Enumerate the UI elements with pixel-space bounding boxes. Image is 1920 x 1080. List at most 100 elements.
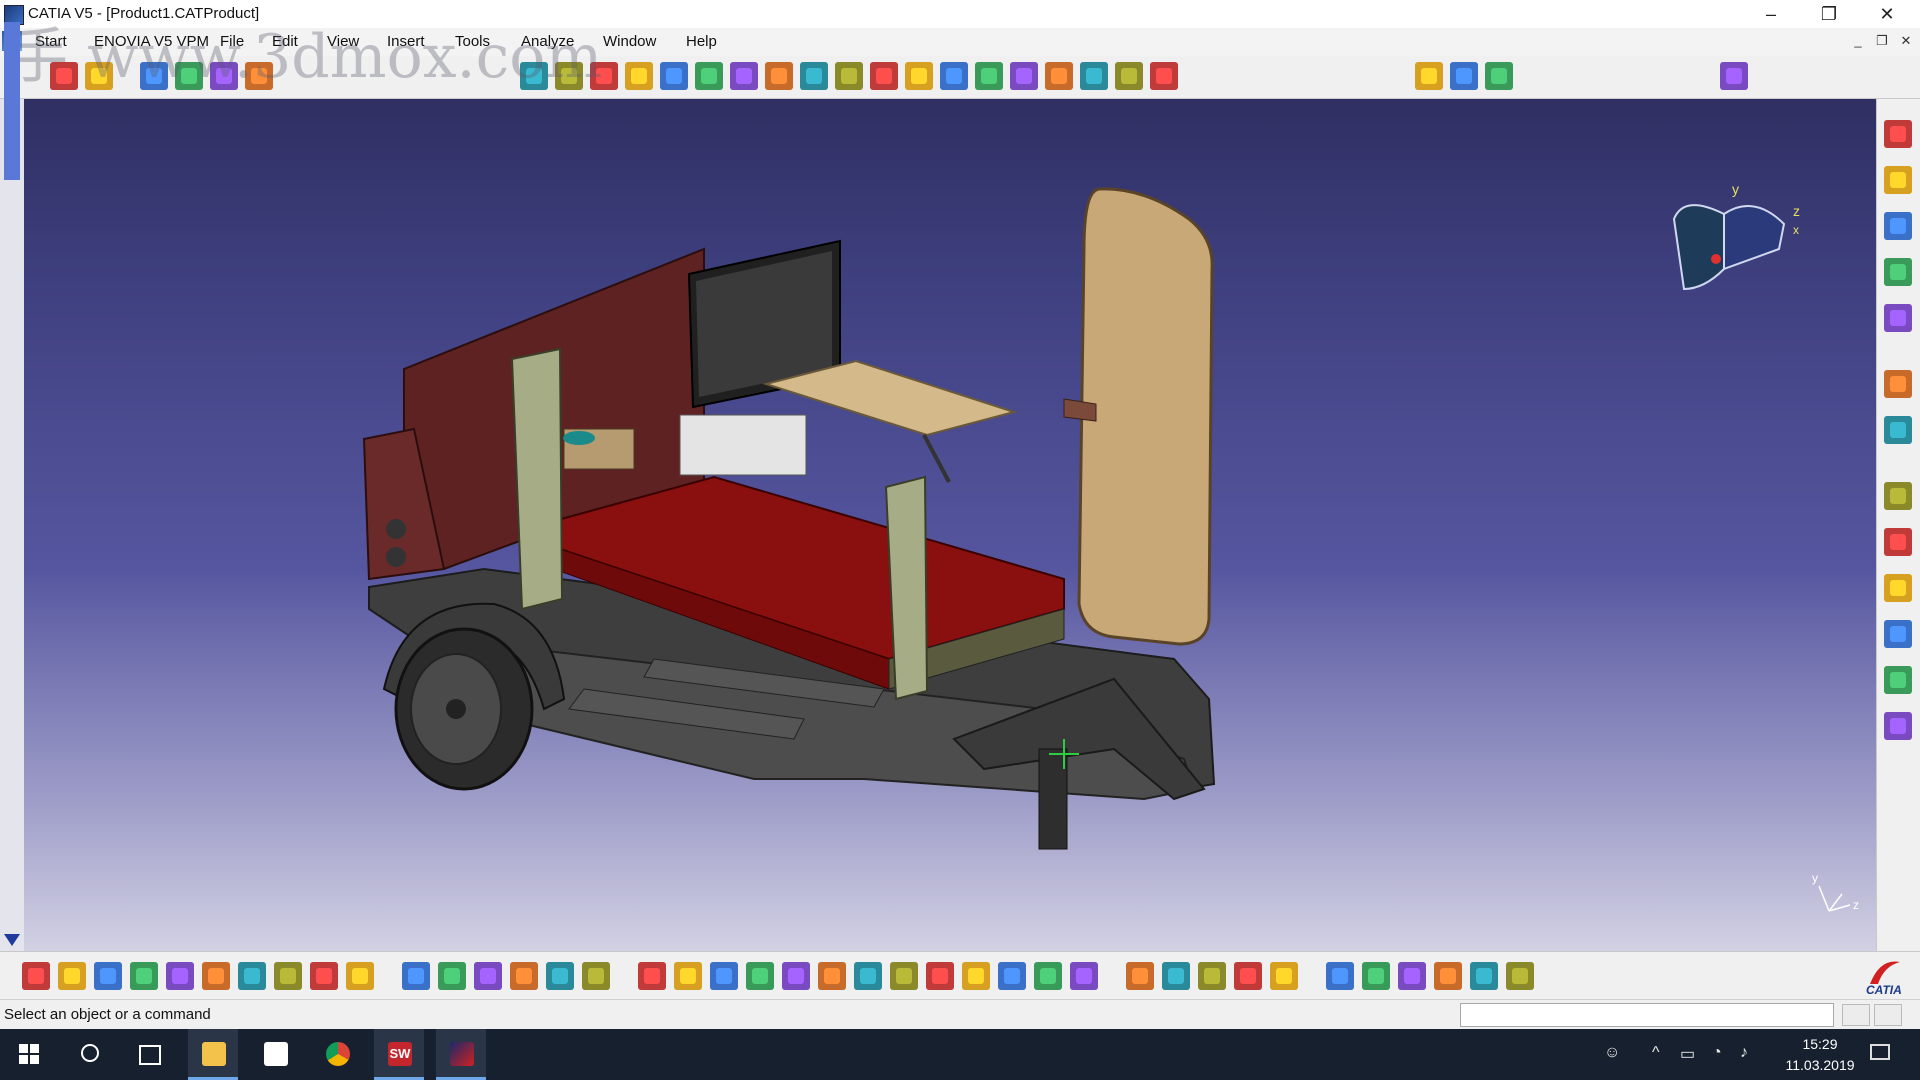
replace-icon[interactable] bbox=[660, 62, 688, 90]
people-icon[interactable]: ☺ bbox=[1604, 1044, 1620, 1062]
change-constraint-icon[interactable] bbox=[1080, 62, 1108, 90]
catia-button[interactable] bbox=[436, 1029, 486, 1080]
move-icon[interactable] bbox=[175, 62, 203, 90]
knowledge-icon[interactable] bbox=[438, 962, 466, 990]
multi-view-icon[interactable] bbox=[926, 962, 954, 990]
redo-icon[interactable] bbox=[310, 962, 338, 990]
minimize-icon[interactable]: – bbox=[1748, 0, 1794, 28]
start-button[interactable] bbox=[4, 1029, 54, 1080]
clash-icon[interactable] bbox=[1126, 962, 1154, 990]
print-icon[interactable] bbox=[130, 962, 158, 990]
command-input[interactable] bbox=[1460, 1003, 1834, 1027]
fly-icon[interactable] bbox=[1434, 962, 1462, 990]
restore-icon[interactable]: ❐ bbox=[1806, 0, 1852, 28]
assembly-constraint-icon[interactable] bbox=[140, 62, 168, 90]
assembly-features-icon[interactable] bbox=[1884, 166, 1912, 194]
reuse-pattern-icon[interactable] bbox=[1115, 62, 1143, 90]
file-explorer-button[interactable] bbox=[188, 1029, 238, 1080]
vertical-scrollbar[interactable] bbox=[0, 99, 24, 951]
wifi-icon[interactable]: ◔ bbox=[1712, 1044, 1722, 1062]
menu-file[interactable]: File bbox=[220, 33, 244, 50]
compass-icon[interactable] bbox=[1506, 962, 1534, 990]
compass-icon[interactable] bbox=[1672, 204, 1786, 291]
menu-enovia[interactable]: ENOVIA V5 VPM bbox=[94, 33, 209, 50]
menu-help[interactable]: Help bbox=[686, 33, 717, 50]
tray-chevron-icon[interactable]: ^ bbox=[1652, 1044, 1660, 1062]
mail-button[interactable] bbox=[250, 1029, 300, 1080]
chrome-button[interactable] bbox=[312, 1029, 362, 1080]
fix-icon[interactable] bbox=[940, 62, 968, 90]
unload-icon[interactable] bbox=[1485, 62, 1513, 90]
navigator-icon[interactable] bbox=[1884, 120, 1912, 148]
menu-tools[interactable]: Tools bbox=[455, 33, 490, 50]
snap-icon[interactable] bbox=[210, 62, 238, 90]
notifications-icon[interactable] bbox=[1870, 1044, 1890, 1060]
task-view-button[interactable] bbox=[124, 1029, 174, 1080]
existing-component-icon[interactable] bbox=[625, 62, 653, 90]
menu-analyze[interactable]: Analyze bbox=[521, 33, 574, 50]
sectioning-icon[interactable] bbox=[638, 962, 666, 990]
fast-instantiation-icon[interactable] bbox=[765, 62, 793, 90]
explode-icon[interactable] bbox=[245, 62, 273, 90]
measure-icon[interactable] bbox=[582, 962, 610, 990]
axis-system-icon[interactable] bbox=[1150, 62, 1178, 90]
menu-view[interactable]: View bbox=[327, 33, 359, 50]
paste-icon[interactable] bbox=[238, 962, 266, 990]
normal-view-icon[interactable] bbox=[890, 962, 918, 990]
reorder-icon[interactable] bbox=[695, 62, 723, 90]
hide-show-icon[interactable] bbox=[1034, 962, 1062, 990]
mdi-minimize-icon[interactable]: _ bbox=[1848, 32, 1868, 50]
menu-insert[interactable]: Insert bbox=[387, 33, 425, 50]
clock-time[interactable]: 15:29 bbox=[1790, 1036, 1850, 1052]
trailer-model[interactable]: y z x y z bbox=[24, 99, 1876, 951]
multi-instantiation-icon[interactable] bbox=[730, 62, 758, 90]
upright-rear[interactable] bbox=[510, 347, 564, 611]
quick-constraint-icon[interactable] bbox=[1010, 62, 1038, 90]
formula-icon[interactable] bbox=[402, 962, 430, 990]
publish-icon[interactable] bbox=[1884, 712, 1912, 740]
refresh-icon[interactable] bbox=[1415, 62, 1443, 90]
fix-together-icon[interactable] bbox=[975, 62, 1003, 90]
open-icon[interactable] bbox=[58, 962, 86, 990]
lighting-icon[interactable] bbox=[1398, 962, 1426, 990]
mdi-close-icon[interactable]: ✕ bbox=[1896, 32, 1916, 50]
whats-this-icon[interactable] bbox=[346, 962, 374, 990]
previous-icon[interactable] bbox=[1198, 962, 1226, 990]
navigation-icon[interactable] bbox=[1470, 962, 1498, 990]
apply-material-icon[interactable] bbox=[1884, 666, 1912, 694]
menu-edit[interactable]: Edit bbox=[272, 33, 298, 50]
sectioning-icon[interactable] bbox=[1884, 574, 1912, 602]
contact-icon[interactable] bbox=[835, 62, 863, 90]
volume-icon[interactable]: ♪ bbox=[1740, 1044, 1748, 1062]
zoom-out-icon[interactable] bbox=[854, 962, 882, 990]
close-icon[interactable]: ✕ bbox=[1864, 0, 1910, 28]
menu-window[interactable]: Window bbox=[603, 33, 656, 50]
cut-icon[interactable] bbox=[166, 962, 194, 990]
fly-mode-icon[interactable] bbox=[674, 962, 702, 990]
search-icon[interactable] bbox=[1270, 962, 1298, 990]
select-icon[interactable] bbox=[1884, 370, 1912, 398]
iso-view-icon[interactable] bbox=[962, 962, 990, 990]
part-icon[interactable] bbox=[590, 62, 618, 90]
light-icon[interactable] bbox=[474, 962, 502, 990]
component-icon[interactable] bbox=[555, 62, 583, 90]
scroll-down-icon[interactable] bbox=[4, 934, 20, 946]
material-icon[interactable] bbox=[1362, 962, 1390, 990]
load-icon[interactable] bbox=[1450, 62, 1478, 90]
fit-all-icon[interactable] bbox=[710, 962, 738, 990]
search-button[interactable] bbox=[64, 1029, 114, 1080]
undo-icon[interactable] bbox=[274, 962, 302, 990]
3d-viewport[interactable]: y z x y z bbox=[24, 99, 1876, 951]
save-icon[interactable] bbox=[94, 962, 122, 990]
clock-date[interactable]: 11.03.2019 bbox=[1776, 1057, 1864, 1073]
status-button-icon[interactable] bbox=[1842, 1004, 1870, 1026]
product-icon[interactable] bbox=[50, 62, 78, 90]
forward-icon[interactable] bbox=[1162, 962, 1190, 990]
coincidence-icon[interactable] bbox=[800, 62, 828, 90]
manipulate-icon[interactable] bbox=[1884, 258, 1912, 286]
rotate-icon[interactable] bbox=[782, 962, 810, 990]
scrollbar-thumb[interactable] bbox=[4, 22, 20, 180]
status-button-icon[interactable] bbox=[1874, 1004, 1902, 1026]
update-icon[interactable] bbox=[85, 62, 113, 90]
reconnect-icon[interactable] bbox=[520, 62, 548, 90]
